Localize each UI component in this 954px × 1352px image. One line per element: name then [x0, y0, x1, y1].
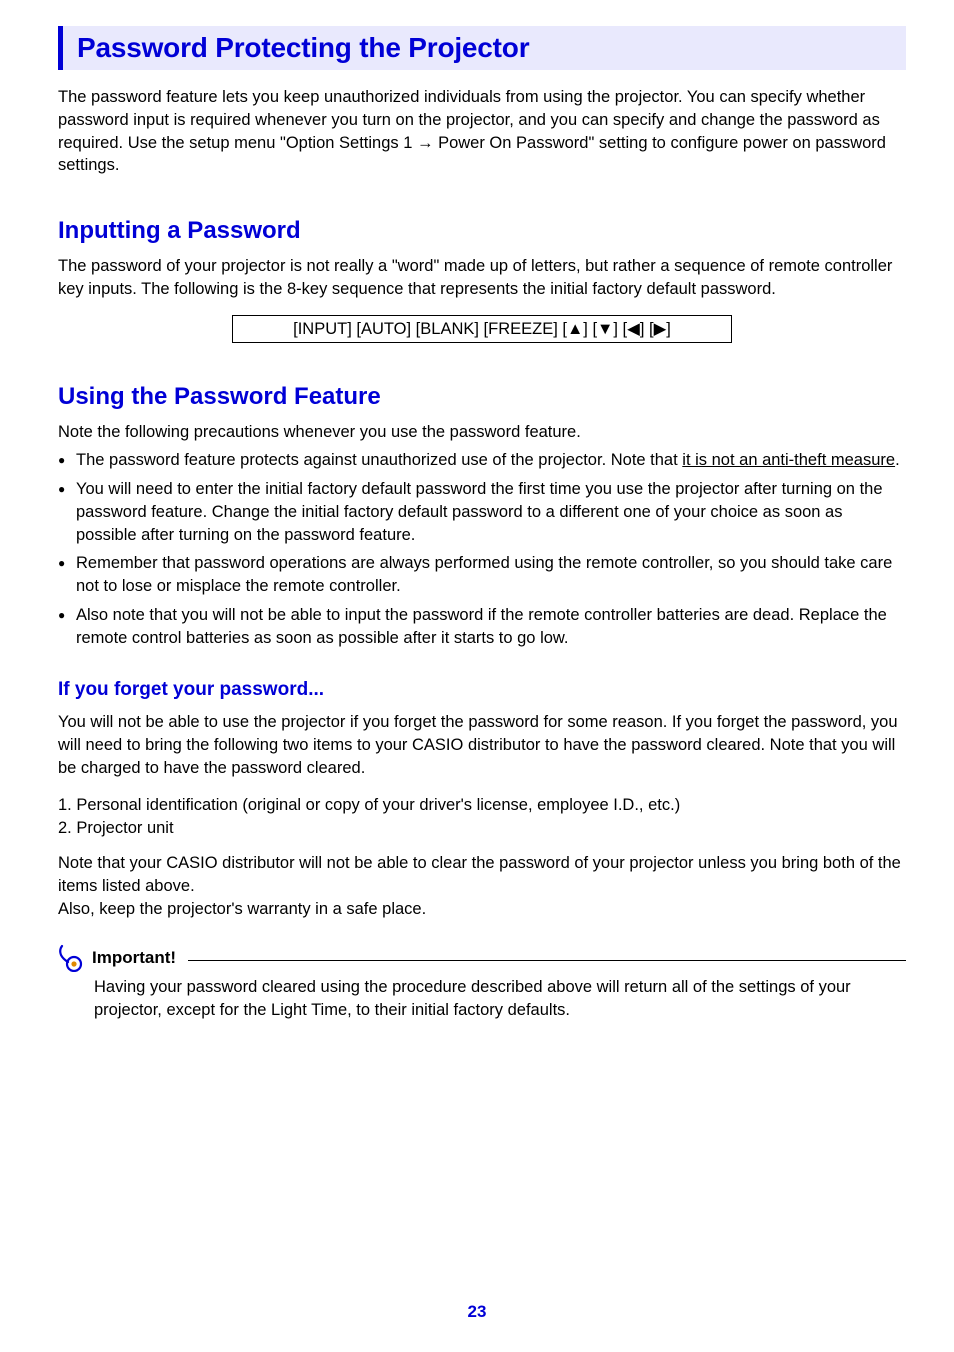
intro-paragraph: The password feature lets you keep unaut… — [58, 86, 906, 177]
important-label: Important! — [92, 948, 176, 968]
required-items-list: 1. Personal identification (original or … — [58, 794, 906, 840]
important-icon — [58, 944, 86, 972]
list-item: 1. Personal identification (original or … — [58, 794, 906, 817]
list-item: You will need to enter the initial facto… — [58, 478, 906, 546]
list-item: 2. Projector unit — [58, 817, 906, 840]
forget-paragraph-1: You will not be able to use the projecto… — [58, 711, 906, 779]
using-lead: Note the following precautions whenever … — [58, 421, 906, 444]
list-item: Also note that you will not be able to i… — [58, 604, 906, 650]
list-item: The password feature protects against un… — [58, 449, 906, 472]
bullet-text-pre: The password feature protects against un… — [76, 451, 682, 469]
inputting-paragraph: The password of your projector is not re… — [58, 255, 906, 301]
list-item: Remember that password operations are al… — [58, 552, 906, 598]
section-heading-forget: If you forget your password... — [58, 679, 906, 701]
important-callout: Important! Having your password cleared … — [58, 944, 906, 1022]
page-title: Password Protecting the Projector — [77, 32, 896, 64]
important-rule — [188, 960, 906, 961]
bullet-text-underlined: it is not an anti-theft measure — [682, 451, 895, 469]
page-number: 23 — [0, 1302, 954, 1322]
forget-paragraph-3: Also, keep the projector's warranty in a… — [58, 898, 906, 921]
default-password-keys: [INPUT] [AUTO] [BLANK] [FREEZE] [▲] [▼] … — [232, 315, 732, 343]
precaution-list: The password feature protects against un… — [58, 449, 906, 649]
section-heading-inputting: Inputting a Password — [58, 217, 906, 245]
page-title-bar: Password Protecting the Projector — [58, 26, 906, 70]
bullet-text-post: . — [895, 451, 900, 469]
forget-paragraph-2: Note that your CASIO distributor will no… — [58, 852, 906, 898]
important-text: Having your password cleared using the p… — [58, 976, 906, 1022]
section-heading-using: Using the Password Feature — [58, 383, 906, 411]
